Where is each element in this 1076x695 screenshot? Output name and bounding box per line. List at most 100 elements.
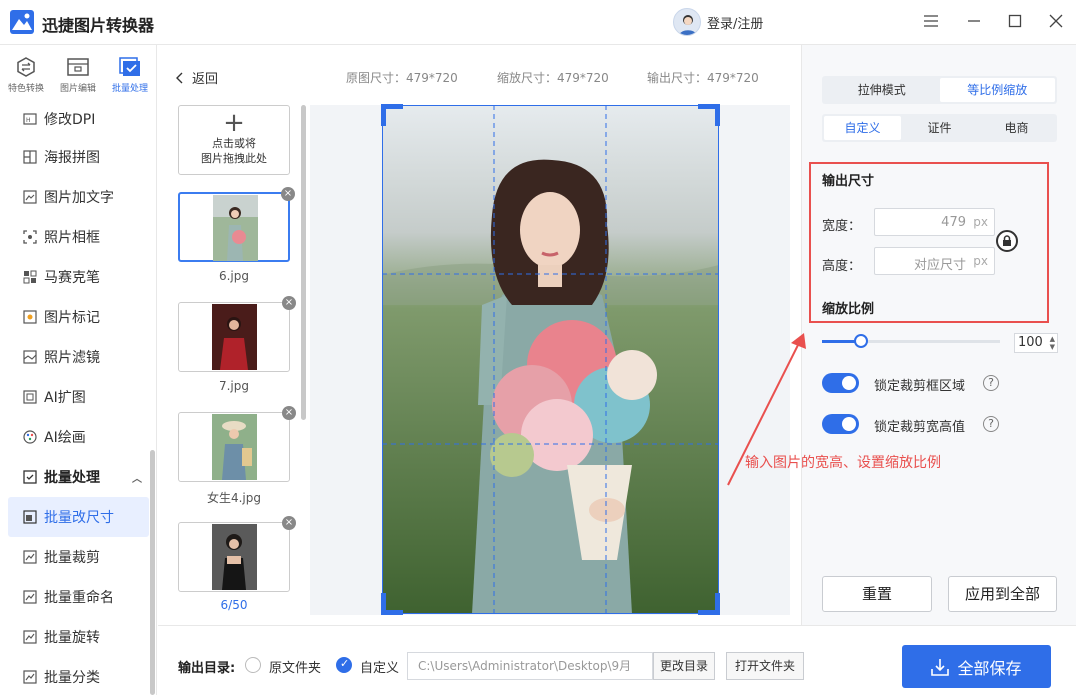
nav-item-batch-rotate[interactable]: 批量旋转 — [0, 617, 157, 657]
change-dir-button[interactable]: 更改目录 — [653, 652, 715, 680]
minimize-icon[interactable] — [965, 12, 983, 30]
width-label: 宽度： — [822, 219, 862, 234]
nav-item-add-text[interactable]: 图片加文字 — [0, 177, 157, 217]
toggle-lock-crop-size[interactable] — [822, 414, 859, 434]
thumbnail-image — [212, 414, 257, 480]
remove-thumbnail-icon[interactable]: × — [282, 516, 296, 530]
resize-icon — [22, 509, 38, 525]
nav-item-label: 修改DPI — [44, 112, 96, 128]
chevron-left-icon — [176, 72, 183, 83]
title-bar — [0, 0, 1076, 45]
lock-icon[interactable] — [996, 230, 1018, 252]
nav-item-label: 批量裁剪 — [44, 550, 100, 566]
mosaic-icon — [22, 269, 38, 285]
radio-original-folder[interactable] — [245, 657, 261, 673]
help-icon[interactable]: ? — [983, 375, 999, 391]
add-image-dropzone[interactable]: + 点击或将 图片拖拽此处 — [178, 105, 290, 175]
thumbnail-name: 6.jpg — [218, 269, 250, 283]
chevron-up-icon: ︿ — [132, 473, 142, 485]
frame-icon — [22, 229, 38, 245]
nav-item-batch-crop[interactable]: 批量裁剪 — [0, 537, 157, 577]
ai-draw-icon — [22, 429, 38, 445]
radio-label: 原文件夹 — [269, 661, 322, 676]
close-icon[interactable] — [1047, 12, 1065, 30]
tab-feature-convert[interactable]: 特色转换 — [0, 45, 52, 103]
scale-slider[interactable] — [822, 334, 1000, 348]
nav-item-frame[interactable]: 照片相框 — [0, 217, 157, 257]
original-size: 原图尺寸：479*720 — [346, 71, 458, 85]
thumbnail-image — [212, 304, 257, 370]
dpi-icon: H — [22, 111, 38, 127]
nav-item-batch-rename[interactable]: 批量重命名 — [0, 577, 157, 617]
mark-icon — [22, 309, 38, 325]
stepper-arrows-icon[interactable]: ▲ ▼ — [1050, 335, 1055, 351]
nav-group-batch[interactable]: 批量处理 ︿ — [0, 457, 157, 497]
nav-item-label: 批量重命名 — [44, 590, 114, 606]
height-input[interactable]: 对应尺寸 px — [874, 247, 995, 275]
nav-item-poster[interactable]: 海报拼图 — [0, 137, 157, 177]
menu-icon[interactable] — [922, 12, 940, 30]
output-dir-label: 输出目录: — [178, 661, 236, 676]
thumbnail-7[interactable]: × — [178, 296, 296, 372]
nav-item-mosaic[interactable]: 马赛克笔 — [0, 257, 157, 297]
slider-knob[interactable] — [854, 334, 868, 348]
thumbnail-name: 7.jpg — [218, 379, 250, 393]
nav-item-batch-classify[interactable]: 批量分类 — [0, 657, 157, 695]
nav-item-filter[interactable]: 照片滤镜 — [0, 337, 157, 377]
thumbnail-6[interactable]: × — [178, 187, 295, 262]
nav-item-dpi[interactable]: H 修改DPI — [0, 101, 157, 137]
tab-ecommerce[interactable]: 电商 — [978, 116, 1055, 140]
remove-thumbnail-icon[interactable]: × — [282, 406, 296, 420]
tab-proportional-scale[interactable]: 等比例缩放 — [939, 78, 1055, 102]
nav-group-label: 批量处理 — [44, 470, 100, 486]
output-size: 输出尺寸：479*720 — [647, 71, 759, 85]
tab-stretch-mode[interactable]: 拉伸模式 — [824, 78, 940, 102]
nav-item-batch-resize[interactable]: 批量改尺寸 — [8, 497, 149, 537]
nav-item-label: 图片加文字 — [44, 190, 114, 206]
tab-custom[interactable]: 自定义 — [824, 116, 901, 140]
scale-value: 100 — [1018, 335, 1043, 350]
thumbnail-name: 女生4.jpg — [206, 491, 262, 505]
nav-item-label: 批量改尺寸 — [44, 510, 114, 526]
tab-batch[interactable]: 批量处理 — [104, 45, 156, 103]
open-folder-button[interactable]: 打开文件夹 — [726, 652, 804, 680]
convert-icon — [15, 57, 37, 77]
filter-icon — [22, 349, 38, 365]
remove-thumbnail-icon[interactable]: × — [281, 187, 295, 201]
nav-scrollbar[interactable] — [150, 450, 155, 695]
nav-item-ai-expand[interactable]: AI扩图 — [0, 377, 157, 417]
width-unit: px — [973, 215, 988, 229]
left-nav: 特色转换 图片编辑 批量处理 H 修改DPI 海报拼图 图片加文字 照片相框 马赛… — [0, 45, 157, 695]
tab-image-edit[interactable]: 图片编辑 — [52, 45, 104, 103]
rotate-icon — [22, 629, 38, 645]
tab-id-photo[interactable]: 证件 — [901, 116, 978, 140]
annotation-text: 输入图片的宽高、设置缩放比例 — [745, 455, 941, 471]
remove-thumbnail-icon[interactable]: × — [282, 296, 296, 310]
scale-input[interactable]: 100 ▲ ▼ — [1014, 333, 1058, 353]
nav-item-ai-draw[interactable]: AI绘画 — [0, 417, 157, 457]
maximize-icon[interactable] — [1006, 12, 1024, 30]
output-path-input[interactable]: C:\Users\Administrator\Desktop\9月 — [407, 652, 653, 680]
nav-item-label: 照片滤镜 — [44, 350, 100, 366]
nav-item-mark[interactable]: 图片标记 — [0, 297, 157, 337]
thumbnail-girl4[interactable]: × — [178, 406, 296, 482]
save-all-label: 全部保存 — [957, 658, 1022, 678]
apply-all-button[interactable]: 应用到全部 — [948, 576, 1057, 612]
nav-item-label: AI绘画 — [44, 430, 86, 446]
nav-item-label: 批量分类 — [44, 670, 100, 686]
tab-label: 图片编辑 — [59, 84, 96, 94]
thumbnail-scrollbar[interactable] — [301, 105, 306, 420]
toggle-label: 锁定裁剪框区域 — [874, 379, 966, 394]
top-tab-bar: 特色转换 图片编辑 批量处理 — [0, 45, 157, 103]
login-link[interactable]: 登录/注册 — [707, 13, 763, 32]
user-login[interactable]: 登录/注册 — [673, 7, 763, 37]
app-title: 迅捷图片转换器 — [42, 16, 155, 35]
width-input[interactable]: 479 px — [874, 208, 995, 236]
toggle-lock-crop-area[interactable] — [822, 373, 859, 393]
back-button[interactable]: 返回 — [176, 68, 218, 87]
reset-button[interactable]: 重置 — [822, 576, 932, 612]
radio-custom[interactable] — [336, 657, 352, 673]
help-icon[interactable]: ? — [983, 416, 999, 432]
thumbnail-next[interactable]: × — [178, 516, 296, 592]
save-all-button[interactable]: 全部保存 — [902, 645, 1051, 688]
